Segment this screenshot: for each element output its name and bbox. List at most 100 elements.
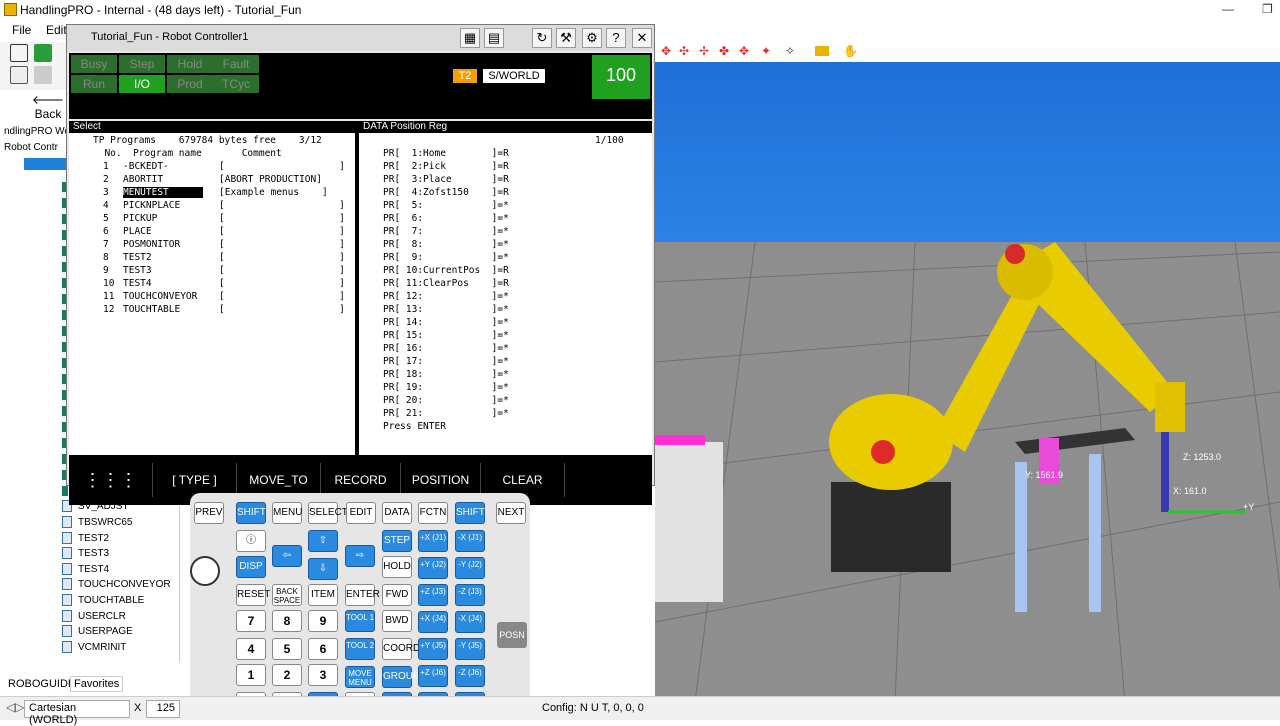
- number-key[interactable]: 5: [272, 638, 302, 660]
- disp-key[interactable]: DISP: [236, 556, 266, 578]
- program-name[interactable]: PICKUP: [123, 213, 157, 224]
- deadman-switch[interactable]: [190, 556, 220, 586]
- refresh-icon[interactable]: ↻: [532, 28, 552, 48]
- jog-key[interactable]: -X (J4): [455, 611, 485, 633]
- measure-icon[interactable]: [815, 46, 829, 56]
- tree-item[interactable]: TEST3: [62, 545, 109, 561]
- 3d-workcell-view[interactable]: Z: 1253.0 Y: 1561.9 X: 161.0 +Y: [655, 42, 1280, 696]
- view-icon[interactable]: ✦: [761, 44, 771, 58]
- data-key[interactable]: DATA: [382, 502, 412, 524]
- coord-key[interactable]: COORD: [382, 638, 420, 660]
- minimize-button[interactable]: —: [1222, 2, 1234, 16]
- close-icon[interactable]: ✕: [632, 28, 652, 48]
- fit-icon[interactable]: ✤: [719, 44, 729, 58]
- f5-clear-button[interactable]: CLEAR: [481, 463, 565, 497]
- jog-key[interactable]: -Y (J5): [455, 638, 485, 660]
- jog-key[interactable]: -Z (J6): [455, 665, 485, 687]
- number-key[interactable]: 3: [308, 664, 338, 686]
- x-value-field[interactable]: 125: [146, 700, 180, 718]
- menu-edit[interactable]: Edit: [46, 23, 67, 37]
- info-icon[interactable]: ⓘ: [236, 530, 266, 552]
- jog-key[interactable]: +X (J1): [418, 530, 448, 552]
- posn-button[interactable]: POSN: [497, 622, 527, 648]
- frame-select[interactable]: Cartesian (WORLD): [24, 700, 130, 726]
- hand-icon[interactable]: ✋: [843, 44, 858, 58]
- jog-key[interactable]: +Y (J2): [418, 557, 448, 579]
- position-register-row[interactable]: PR[ 8: ]=*: [383, 239, 509, 250]
- position-register-row[interactable]: PR[ 21: ]=*: [383, 408, 509, 419]
- program-name[interactable]: PLACE: [123, 226, 152, 237]
- f2-move-to-button[interactable]: MOVE_TO: [237, 463, 321, 497]
- apps-grid-icon[interactable]: ⋮⋮⋮: [69, 463, 153, 497]
- program-name[interactable]: TEST3: [123, 265, 152, 276]
- position-register-row[interactable]: PR[ 18: ]=*: [383, 369, 509, 380]
- tool1-key[interactable]: TOOL 1: [345, 610, 375, 632]
- position-register-row[interactable]: PR[ 10:CurrentPos ]=R: [383, 265, 509, 276]
- number-key[interactable]: 4: [236, 638, 266, 660]
- position-register-row[interactable]: PR[ 9: ]=*: [383, 252, 509, 263]
- move-icon[interactable]: ✥: [661, 44, 671, 58]
- tool2-key[interactable]: TOOL 2: [345, 638, 375, 660]
- tree-controller[interactable]: Robot Contr: [4, 142, 58, 153]
- shift-key[interactable]: SHIFT: [236, 502, 266, 524]
- fwd-key[interactable]: FWD: [382, 584, 412, 606]
- program-name[interactable]: PICKNPLACE: [123, 200, 180, 211]
- arrow-left-icon[interactable]: ⇦: [272, 545, 302, 567]
- arrow-up-icon[interactable]: ⇧: [308, 530, 338, 552]
- jog-key[interactable]: +Y (J5): [418, 638, 448, 660]
- position-register-row[interactable]: PR[ 5: ]=*: [383, 200, 509, 211]
- prev-key[interactable]: PREV: [194, 502, 224, 524]
- zoom-icon[interactable]: ✢: [699, 44, 709, 58]
- number-key[interactable]: 8: [272, 610, 302, 632]
- f1-type-button[interactable]: [ TYPE ]: [153, 463, 237, 497]
- tree-root[interactable]: ndlingPRO Wo: [4, 126, 70, 137]
- jog-key[interactable]: +X (J4): [418, 611, 448, 633]
- position-register-row[interactable]: PR[ 12: ]=*: [383, 291, 509, 302]
- tree-item[interactable]: TOUCHTABLE: [62, 592, 144, 608]
- layout-icon[interactable]: ▦: [460, 28, 480, 48]
- wrench-icon[interactable]: ⚒: [556, 28, 576, 48]
- position-register-row[interactable]: PR[ 1:Home ]=R: [383, 148, 509, 159]
- hold-key[interactable]: HOLD: [382, 556, 412, 578]
- step-key[interactable]: STEP: [382, 530, 412, 552]
- position-register-row[interactable]: PR[ 13: ]=*: [383, 304, 509, 315]
- next-key[interactable]: NEXT: [496, 502, 526, 524]
- jog-key[interactable]: -Y (J2): [455, 557, 485, 579]
- backspace-key[interactable]: BACK SPACE: [272, 584, 302, 606]
- position-register-row[interactable]: PR[ 17: ]=*: [383, 356, 509, 367]
- tree-item[interactable]: TOUCHCONVEYOR: [62, 576, 171, 592]
- tree-item[interactable]: TEST4: [62, 561, 109, 577]
- program-name[interactable]: ABORTIT: [123, 174, 163, 185]
- position-register-row[interactable]: PR[ 20: ]=*: [383, 395, 509, 406]
- arrow-right-icon[interactable]: ⇨: [345, 545, 375, 567]
- tree-item[interactable]: USERPAGE: [62, 623, 133, 639]
- position-register-row[interactable]: PR[ 16: ]=*: [383, 343, 509, 354]
- jog-key[interactable]: -X (J1): [455, 530, 485, 552]
- program-name[interactable]: TOUCHTABLE: [123, 304, 180, 315]
- pan-icon[interactable]: ✥: [739, 44, 749, 58]
- f4-position-button[interactable]: POSITION: [401, 463, 481, 497]
- program-name[interactable]: TEST4: [123, 278, 152, 289]
- shift-key[interactable]: SHIFT: [455, 502, 485, 524]
- camera-icon[interactable]: ✧: [785, 44, 795, 58]
- jog-key[interactable]: -Z (J3): [455, 584, 485, 606]
- keyboard-icon[interactable]: ▤: [484, 28, 504, 48]
- jog-key[interactable]: +Z (J6): [418, 665, 448, 687]
- group-key[interactable]: GROUP: [382, 666, 420, 688]
- select-key[interactable]: SELECT: [308, 502, 348, 524]
- tree-item[interactable]: TEST2: [62, 530, 109, 546]
- tools-icon[interactable]: ⚙: [582, 28, 602, 48]
- grid-icon[interactable]: [10, 66, 28, 84]
- menu-file[interactable]: File: [12, 23, 31, 37]
- nav-arrows-icon[interactable]: ◁▷: [6, 700, 24, 714]
- position-register-row[interactable]: PR[ 15: ]=*: [383, 330, 509, 341]
- program-name[interactable]: TEST2: [123, 252, 152, 263]
- position-register-row[interactable]: PR[ 2:Pick ]=R: [383, 161, 509, 172]
- run-icon[interactable]: [34, 44, 52, 62]
- position-register-row[interactable]: PR[ 14: ]=*: [383, 317, 509, 328]
- number-key[interactable]: 2: [272, 664, 302, 686]
- position-register-row[interactable]: PR[ 7: ]=*: [383, 226, 509, 237]
- position-register-row[interactable]: PR[ 19: ]=*: [383, 382, 509, 393]
- item-key[interactable]: ITEM: [308, 584, 338, 606]
- move-menu-key[interactable]: MOVE MENU: [345, 666, 375, 688]
